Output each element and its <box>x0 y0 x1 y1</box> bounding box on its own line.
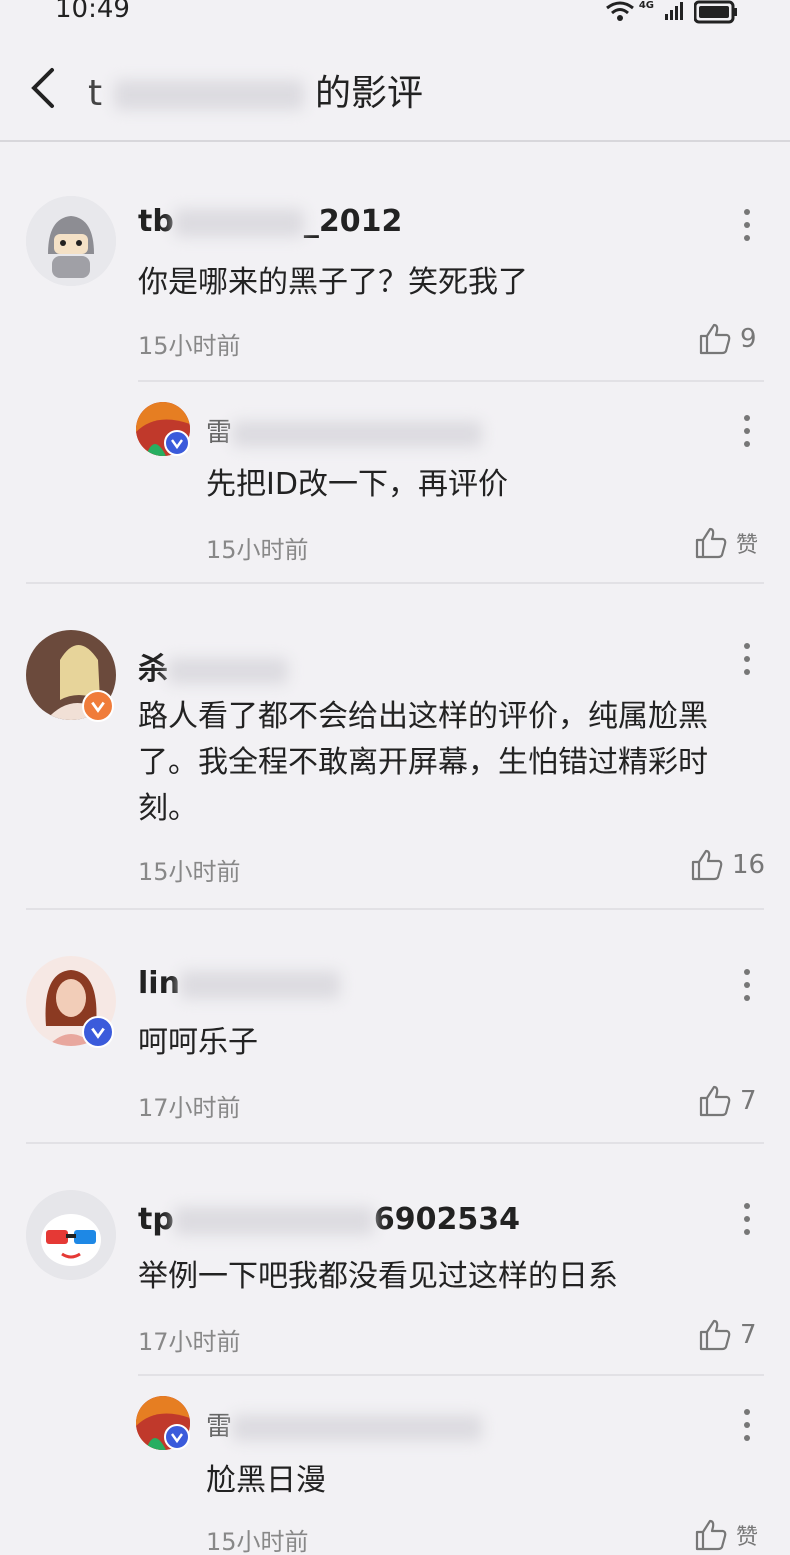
battery-icon <box>694 0 737 24</box>
more-options-icon[interactable] <box>742 1408 752 1442</box>
back-arrow-icon[interactable] <box>26 66 60 110</box>
comment-divider <box>26 1142 764 1144</box>
thumbs-up-icon <box>699 1319 731 1351</box>
like-count: 7 <box>740 1320 757 1350</box>
redacted-title <box>113 80 304 110</box>
verified-badge <box>164 1424 190 1450</box>
avatar[interactable] <box>26 1190 116 1280</box>
signal-icon <box>665 2 683 20</box>
title-prefix: t <box>88 73 103 114</box>
comment-divider <box>26 908 764 910</box>
like-count: 16 <box>732 850 766 880</box>
3d-glasses-avatar-icon <box>26 1190 116 1280</box>
comment-username[interactable]: 杀 <box>138 644 288 688</box>
more-options-icon[interactable] <box>742 1202 752 1236</box>
check-icon <box>171 1433 183 1444</box>
comment-item: tb _2012 你是哪来的黑子了？笑死我了 15小时前 9 <box>0 190 790 380</box>
comment-text: 你是哪来的黑子了？笑死我了 <box>138 265 528 300</box>
comment-username[interactable]: lin <box>138 966 340 1001</box>
more-options-icon[interactable] <box>742 414 752 448</box>
more-options-icon[interactable] <box>742 642 752 676</box>
like-button[interactable]: 16 <box>690 848 765 882</box>
comment-username[interactable]: tp 6902534 <box>138 1202 520 1237</box>
reply-item: 雷 尬黑日漫 15小时前 赞 <box>0 1390 790 1555</box>
reply-item: 雷 先把ID改一下，再评价 15小时前 赞 <box>0 396 790 576</box>
verified-badge <box>82 1016 114 1048</box>
comment-item: 杀 路人看了都不会给出这样的评价，纯属尬黑了。我全程不敢离开屏幕，生怕错过精彩时… <box>0 630 790 910</box>
thumbs-up-icon <box>699 1085 731 1117</box>
comment-time: 15小时前 <box>138 858 241 886</box>
like-button[interactable]: 7 <box>698 1318 757 1352</box>
thumbs-up-icon <box>695 1519 727 1551</box>
page-title: t 的影评 <box>88 64 423 116</box>
comment-time: 15小时前 <box>206 1528 309 1555</box>
comment-text: 呵呵乐子 <box>138 1025 258 1060</box>
like-button[interactable]: 7 <box>698 1084 757 1118</box>
comment-item: lin 呵呵乐子 17小时前 7 <box>0 956 790 1136</box>
comment-time: 17小时前 <box>138 1094 241 1122</box>
avatar[interactable] <box>26 196 116 286</box>
check-icon <box>91 1027 105 1039</box>
comment-item: tp 6902534 举例一下吧我都没看见过这样的日系 17小时前 7 <box>0 1190 790 1370</box>
comment-divider <box>26 582 764 584</box>
status-bar: 10:49 4G <box>0 0 790 30</box>
like-label: 赞 <box>736 1525 759 1550</box>
check-icon <box>91 701 105 713</box>
like-count: 9 <box>740 324 757 354</box>
thumbs-up-icon <box>691 849 723 881</box>
comment-text: 举例一下吧我都没看见过这样的日系 <box>138 1259 618 1294</box>
network-label: 4G <box>638 0 654 11</box>
thumbs-up-icon <box>699 323 731 355</box>
redacted-username <box>173 1206 374 1235</box>
check-icon <box>171 439 183 450</box>
comment-time: 15小时前 <box>138 332 241 360</box>
redacted-username <box>173 208 304 237</box>
like-count: 7 <box>740 1086 757 1116</box>
comment-text: 路人看了都不会给出这样的评价，纯属尬黑了。我全程不敢离开屏幕，生怕错过精彩时刻。 <box>138 699 708 826</box>
like-button[interactable]: 赞 <box>694 526 758 560</box>
verified-badge <box>82 690 114 722</box>
comment-time: 15小时前 <box>206 536 309 564</box>
like-button[interactable]: 赞 <box>694 1518 758 1552</box>
redacted-username <box>168 657 288 684</box>
status-icons: 4G <box>605 0 738 24</box>
thumbs-up-icon <box>695 527 727 559</box>
robot-avatar-icon <box>26 196 116 286</box>
reply-divider <box>138 1374 764 1376</box>
more-options-icon[interactable] <box>742 208 752 242</box>
comment-time: 17小时前 <box>138 1328 241 1356</box>
clock: 10:49 <box>55 0 130 24</box>
wifi-icon <box>605 1 634 21</box>
comment-text: 尬黑日漫 <box>206 1463 326 1498</box>
more-options-icon[interactable] <box>742 968 752 1002</box>
nav-header: t 的影评 <box>0 30 790 142</box>
redacted-username <box>232 420 483 447</box>
comment-username[interactable]: tb _2012 <box>138 204 402 239</box>
like-label: 赞 <box>736 533 759 558</box>
like-button[interactable]: 9 <box>698 322 757 356</box>
redacted-username <box>232 1414 483 1441</box>
comment-username[interactable]: 雷 <box>206 1406 483 1443</box>
title-text: 的影评 <box>315 73 424 114</box>
verified-badge <box>164 430 190 456</box>
comment-text: 先把ID改一下，再评价 <box>206 467 508 502</box>
redacted-username <box>179 970 340 999</box>
reply-divider <box>138 380 764 382</box>
comment-username[interactable]: 雷 <box>206 412 483 449</box>
